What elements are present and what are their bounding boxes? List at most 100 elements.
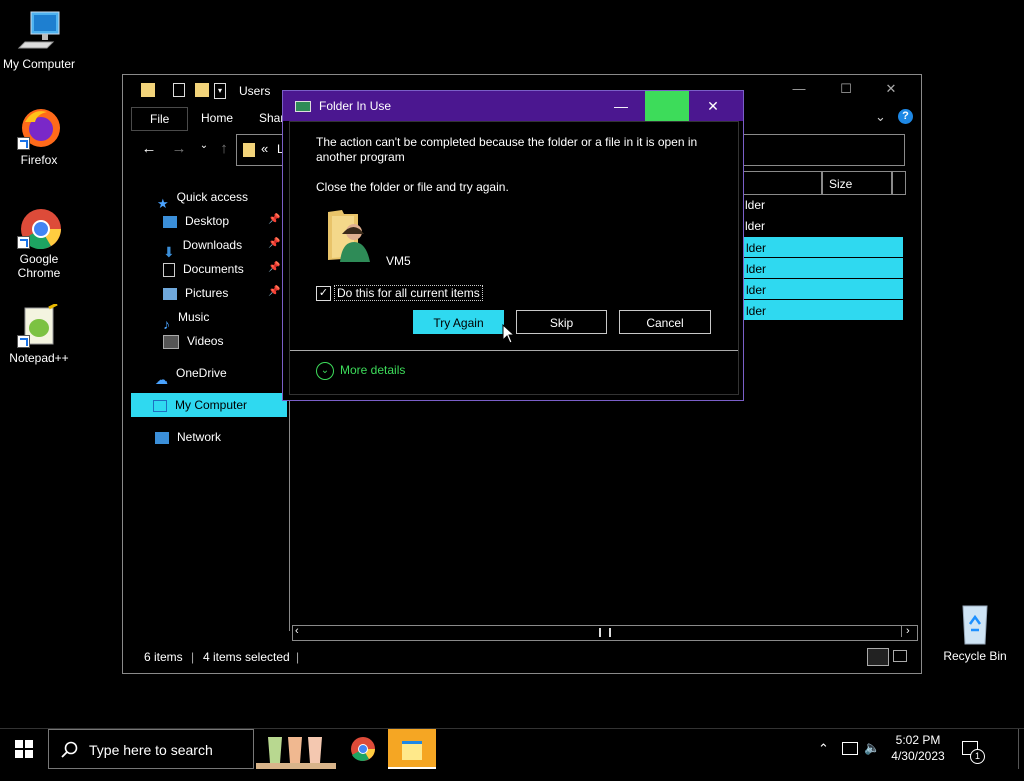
maximize-button[interactable]: ☐ [830,81,862,101]
drinks-icon [256,737,336,769]
large-icons-view-icon[interactable] [893,650,907,662]
show-desktop-button[interactable] [1018,729,1024,769]
expand-ribbon-icon[interactable]: ⌄ [875,109,886,125]
dialog-titlebar[interactable]: Folder In Use — ✕ [283,91,743,121]
network-icon[interactable] [842,742,858,755]
navigation-pane: ★ Quick access Desktop 📌 ⬇ Downloads 📌 Doc… [123,185,287,595]
scroll-thumb[interactable] [599,628,611,637]
sidebar-item-my-computer[interactable]: My Computer [131,393,287,417]
notepadpp-icon [17,302,61,348]
back-icon[interactable]: ← [138,140,160,160]
address-prefix: « [261,141,269,156]
firefox-icon [17,106,61,150]
download-arrow-icon: ⬇ [163,243,175,260]
pin-icon: 📌 [268,238,281,249]
dialog-app-icon [295,101,311,112]
volume-icon[interactable]: 🔈 [864,740,880,780]
sidebar-item-quick-access[interactable]: ★ Quick access [157,185,248,211]
scroll-right-icon[interactable]: › [901,625,910,637]
action-center-button[interactable]: 1 [958,729,986,769]
new-folder-icon[interactable] [195,83,209,97]
show-hidden-icons-icon[interactable]: ⌃ [818,741,829,781]
computer-icon [17,10,61,54]
minimize-button[interactable]: — [783,81,815,101]
table-row[interactable]: lder [741,237,903,257]
forward-icon[interactable]: → [168,140,190,160]
tab-home[interactable]: Home [191,107,243,129]
star-icon: ★ [157,195,169,211]
clock-date: 4/30/2023 [891,749,945,763]
column-header-extra[interactable] [892,171,906,195]
desktop-icon-my-computer[interactable]: My Computer [0,10,79,71]
dialog-maximize-button[interactable] [645,91,689,121]
taskbar-chrome[interactable] [346,729,380,769]
item-count: 6 items [144,650,183,664]
sidebar-item-onedrive[interactable]: ☁ OneDrive [155,361,227,387]
properties-icon[interactable] [173,83,185,97]
sidebar-item-downloads[interactable]: ⬇ Downloads [163,233,242,260]
help-icon[interactable]: ? [898,109,913,124]
details-view-icon[interactable] [867,648,889,666]
taskbar-drinks-app[interactable] [256,729,336,769]
recycle-bin-icon [953,602,997,646]
pin-icon: 📌 [268,214,281,225]
taskbar-file-explorer[interactable] [388,729,436,769]
sidebar-item-videos[interactable]: Videos [163,329,223,353]
column-header-size[interactable]: Size [822,171,892,195]
recent-locations-icon[interactable]: ⌄ [193,140,215,160]
desktop-icon-firefox[interactable]: Firefox [0,106,79,167]
close-button[interactable]: ✕ [875,81,907,101]
more-details-toggle[interactable]: ⌄ More details [316,362,405,380]
scroll-left-icon[interactable]: ‹ [295,625,299,637]
clock[interactable]: 5:02 PM 4/30/2023 [886,729,950,769]
start-button[interactable] [0,729,48,769]
apply-to-all-label[interactable]: Do this for all current items [334,285,483,301]
desktop-icon-label: Google Chrome [17,252,61,280]
sidebar-item-music[interactable]: ♪ Music [163,305,209,332]
desktop-icon-chrome[interactable]: Google Chrome [0,205,79,280]
dialog-body: The action can't be completed because th… [289,121,739,395]
skip-button[interactable]: Skip [516,310,607,334]
taskbar-search-box[interactable]: Type here to search [48,729,254,769]
video-icon [163,334,179,349]
desktop-icon-label: Recycle Bin [943,649,1007,663]
table-row[interactable]: lder [741,279,903,299]
table-row[interactable]: lder [741,300,903,320]
chrome-icon [351,737,375,761]
up-icon[interactable]: ↑ [213,140,235,160]
horizontal-scrollbar[interactable]: ‹ › [292,625,918,641]
sidebar-item-desktop[interactable]: Desktop [163,209,229,233]
desktop-icon [163,215,177,228]
desktop-icon-recycle-bin[interactable]: Recycle Bin [935,602,1015,663]
try-again-button[interactable]: Try Again [413,310,504,334]
clock-time: 5:02 PM [895,733,941,747]
table-row[interactable]: lder [741,216,903,236]
selected-count: 4 items selected [203,650,290,664]
dialog-instruction: Close the folder or file and try again. [316,180,509,194]
sidebar-item-pictures[interactable]: Pictures [163,281,228,305]
dialog-minimize-button[interactable]: — [599,91,643,121]
sidebar-item-documents[interactable]: Documents [163,257,244,281]
dialog-message: The action can't be completed because th… [316,135,698,164]
customize-qat-icon[interactable]: ▾ [214,83,226,99]
cancel-button[interactable]: Cancel [619,310,711,334]
dialog-title: Folder In Use [319,99,392,113]
computer-icon [153,399,167,412]
shortcut-arrow-icon [17,335,30,348]
music-note-icon: ♪ [163,315,170,332]
user-folder-icon [324,206,376,262]
sidebar-item-network[interactable]: Network [155,425,221,449]
desktop-icon-notepadpp[interactable]: Notepad++ [0,302,79,365]
dialog-close-button[interactable]: ✕ [691,91,735,121]
apply-to-all-checkbox[interactable]: ✓ [316,286,331,301]
tab-file[interactable]: File [131,107,189,131]
windows-logo-icon [15,740,33,758]
cloud-icon: ☁ [155,371,168,387]
column-header-type[interactable] [741,171,822,195]
folder-icon [141,83,155,97]
table-row[interactable]: lder [741,258,903,278]
pictures-icon [163,287,177,300]
folder-in-use-dialog[interactable]: Folder In Use — ✕ The action can't be co… [282,90,744,401]
table-row[interactable]: lder [741,195,903,215]
chevron-down-icon: ⌄ [316,362,334,380]
